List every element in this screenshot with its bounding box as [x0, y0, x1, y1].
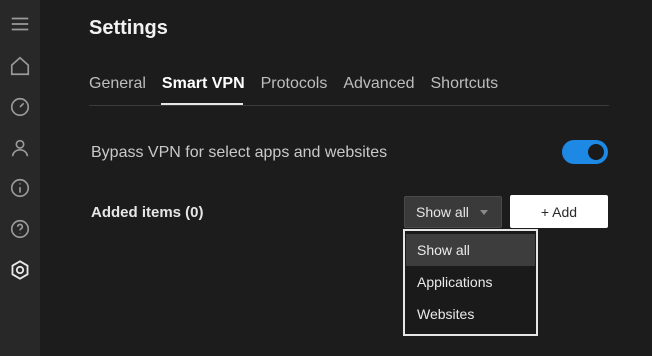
bypass-vpn-toggle[interactable] — [562, 140, 608, 164]
menu-item-applications[interactable]: Applications — [406, 266, 535, 298]
tabs-divider — [89, 105, 609, 106]
tab-shortcuts[interactable]: Shortcuts — [431, 75, 499, 93]
active-tab-indicator — [161, 103, 243, 105]
speedometer-icon[interactable] — [6, 93, 34, 121]
menu-item-show-all[interactable]: Show all — [406, 234, 535, 266]
page-title: Settings — [89, 17, 168, 39]
filter-dropdown-menu: Show all Applications Websites — [403, 229, 538, 336]
tab-advanced[interactable]: Advanced — [343, 75, 414, 93]
help-icon[interactable] — [6, 215, 34, 243]
chevron-down-icon — [480, 210, 488, 215]
info-icon[interactable] — [6, 174, 34, 202]
menu-item-websites[interactable]: Websites — [406, 298, 535, 330]
tab-general[interactable]: General — [89, 75, 146, 93]
bypass-vpn-label: Bypass VPN for select apps and websites — [91, 144, 388, 161]
tab-smart-vpn[interactable]: Smart VPN — [162, 75, 245, 93]
filter-dropdown[interactable]: Show all — [404, 196, 502, 228]
settings-icon[interactable] — [6, 256, 34, 284]
settings-panel: Settings General Smart VPN Protocols Adv… — [40, 0, 652, 356]
menu-icon[interactable] — [6, 10, 34, 38]
filter-dropdown-value: Show all — [416, 204, 469, 220]
tab-protocols[interactable]: Protocols — [261, 75, 328, 93]
tab-bar: General Smart VPN Protocols Advanced Sho… — [89, 75, 514, 93]
user-icon[interactable] — [6, 134, 34, 162]
add-button[interactable]: + Add — [510, 195, 608, 228]
home-icon[interactable] — [6, 52, 34, 80]
added-items-label: Added items (0) — [91, 204, 204, 221]
sidebar — [0, 0, 40, 356]
toggle-knob — [588, 144, 604, 160]
